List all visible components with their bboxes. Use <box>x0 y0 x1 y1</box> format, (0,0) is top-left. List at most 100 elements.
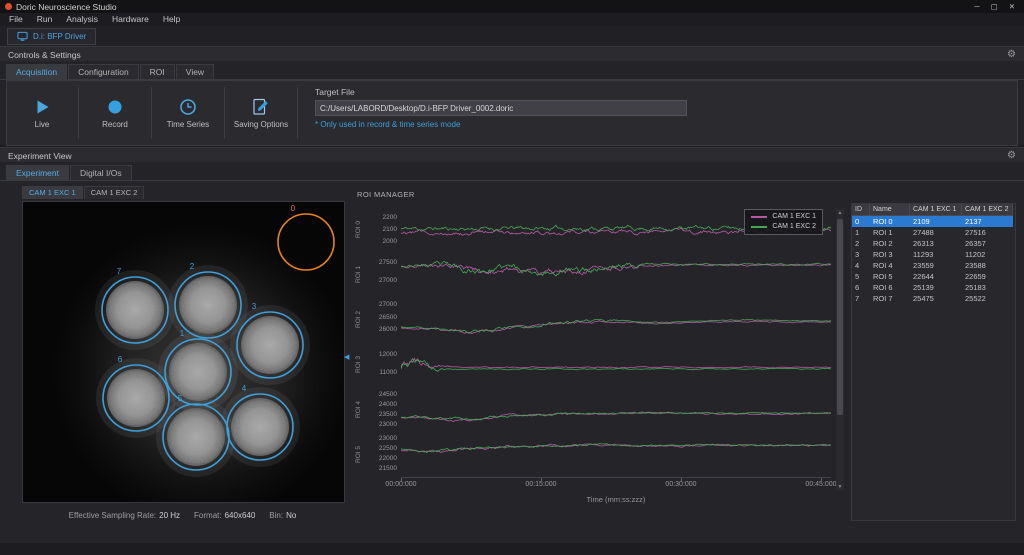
settings-gear-icon[interactable]: ⚙ <box>1007 148 1016 163</box>
device-tab-label: D.i: BFP Driver <box>33 32 86 41</box>
table-cell: 25183 <box>962 282 1013 293</box>
roi-plot-row: ROI 12750027000 <box>352 252 831 297</box>
scroll-down-icon[interactable]: ▼ <box>838 483 843 491</box>
roi-plot <box>401 252 831 297</box>
cam-tab-cam-1-exc-1[interactable]: CAM 1 EXC 1 <box>22 186 83 199</box>
table-row[interactable]: 0ROI 021092137 <box>852 216 1015 227</box>
fiber-bundle-image: 01234567 <box>23 202 344 502</box>
y-tick-label: 27000 <box>379 277 397 285</box>
column-header[interactable]: CAM 1 EXC 2 <box>962 204 1013 216</box>
menu-run[interactable]: Run <box>30 13 60 26</box>
table-cell: 1 <box>852 227 870 238</box>
table-row[interactable]: 5ROI 52264422659 <box>852 271 1015 282</box>
legend-label: CAM 1 EXC 2 <box>772 222 816 232</box>
camera-status-bar: Effective Sampling Rate:20 HzFormat:640x… <box>22 511 343 520</box>
y-tick-label: 24000 <box>379 401 397 409</box>
table-cell: ROI 4 <box>870 260 910 271</box>
table-cell: ROI 5 <box>870 271 910 282</box>
y-tick-label: 11000 <box>379 369 397 377</box>
tab-view[interactable]: View <box>176 64 214 79</box>
plots-scrollbar[interactable]: ▲ ▼ <box>836 209 844 491</box>
roi-number-label: 0 <box>291 204 296 213</box>
y-tick-label: 22000 <box>379 455 397 463</box>
tab-experiment[interactable]: Experiment <box>6 165 69 180</box>
table-row[interactable]: 3ROI 31129311202 <box>852 249 1015 260</box>
roi-plot-canvas <box>401 254 831 294</box>
x-tick-label: 00:30:000 <box>665 481 696 488</box>
live-button[interactable]: Live <box>11 84 73 142</box>
app-icon <box>5 3 12 10</box>
table-row[interactable]: 4ROI 42355923588 <box>852 260 1015 271</box>
roi-plot-name: ROI 1 <box>352 252 365 297</box>
target-file-group: Target File * Only used in record & time… <box>315 84 687 142</box>
table-cell: 7 <box>852 293 870 304</box>
table-cell: 2137 <box>962 216 1013 227</box>
plot-y-axis: 2750027000 <box>365 252 401 297</box>
camera-tabs: CAM 1 EXC 1CAM 1 EXC 2 <box>22 184 145 199</box>
scroll-up-icon[interactable]: ▲ <box>838 209 843 217</box>
column-header[interactable]: CAM 1 EXC 1 <box>910 204 962 216</box>
column-header[interactable]: Name <box>870 204 910 216</box>
table-cell: 4 <box>852 260 870 271</box>
plot-y-axis: 24500240002350023000 <box>365 387 401 432</box>
x-tick-label: 00:00:000 <box>385 481 416 488</box>
time-series-button[interactable]: Time Series <box>157 84 219 142</box>
y-tick-label: 26500 <box>379 314 397 322</box>
camera-image: 01234567 <box>22 201 345 503</box>
experiment-view-header: Experiment View ⚙ <box>0 147 1024 163</box>
status-value: 20 Hz <box>159 511 180 520</box>
tab-digital-i-os[interactable]: Digital I/Os <box>70 165 132 180</box>
table-cell: 3 <box>852 249 870 260</box>
menu-help[interactable]: Help <box>156 13 187 26</box>
record-button[interactable]: Record <box>84 84 146 142</box>
table-cell: 6 <box>852 282 870 293</box>
cam-tab-cam-1-exc-2[interactable]: CAM 1 EXC 2 <box>84 186 145 199</box>
controls-settings-header: Controls & Settings ⚙ <box>0 46 1024 62</box>
roi-manager-title: ROI MANAGER <box>357 190 415 199</box>
maximize-button[interactable]: ▢ <box>991 0 998 13</box>
table-row[interactable]: 1ROI 12748827516 <box>852 227 1015 238</box>
camera-status-item: Effective Sampling Rate:20 Hz <box>69 511 180 520</box>
menu-bar: FileRunAnalysisHardwareHelp <box>0 13 1024 26</box>
live-button-label: Live <box>35 120 50 129</box>
table-cell: 25475 <box>910 293 962 304</box>
record-button-label: Record <box>102 120 128 129</box>
menu-hardware[interactable]: Hardware <box>105 13 156 26</box>
y-tick-label: 23500 <box>379 411 397 419</box>
experiment-view-title: Experiment View <box>8 151 72 161</box>
window-title: Doric Neuroscience Studio <box>16 2 117 12</box>
column-header[interactable]: ID <box>852 204 870 216</box>
y-tick-label: 2100 <box>383 226 397 234</box>
experiment-view-body: ExperimentDigital I/Os CAM 1 EXC 1CAM 1 … <box>0 162 1024 543</box>
device-tab[interactable]: D.i: BFP Driver <box>7 28 96 45</box>
tab-roi[interactable]: ROI <box>140 64 175 79</box>
close-button[interactable]: ✕ <box>1009 0 1015 13</box>
roi-plot-row: ROI 523000225002200021500 <box>352 432 831 477</box>
roi-number-label: 3 <box>252 302 257 311</box>
tab-acquisition[interactable]: Acquisition <box>6 64 67 79</box>
minimize-button[interactable]: ─ <box>974 0 979 13</box>
roi-plot-canvas <box>401 344 831 384</box>
table-cell: 27516 <box>962 227 1013 238</box>
table-cell: 22659 <box>962 271 1013 282</box>
panel-collapse-arrow[interactable]: ◀ <box>344 353 349 361</box>
table-cell: 2 <box>852 238 870 249</box>
table-row[interactable]: 7ROI 72547525522 <box>852 293 1015 304</box>
target-file-input[interactable] <box>315 100 687 116</box>
table-cell: 11202 <box>962 249 1013 260</box>
table-cell: ROI 3 <box>870 249 910 260</box>
menu-file[interactable]: File <box>2 13 30 26</box>
acquisition-toolbar: Live Record Time Series <box>6 80 1018 146</box>
tab-configuration[interactable]: Configuration <box>68 64 139 79</box>
window-controls: ─ ▢ ✕ <box>974 0 1019 13</box>
table-cell: 23588 <box>962 260 1013 271</box>
roi-plot: CAM 1 EXC 1CAM 1 EXC 2 <box>401 207 831 252</box>
settings-gear-icon[interactable]: ⚙ <box>1007 47 1016 62</box>
menu-analysis[interactable]: Analysis <box>59 13 105 26</box>
table-row[interactable]: 2ROI 22631326357 <box>852 238 1015 249</box>
scrollbar-thumb[interactable] <box>837 219 843 415</box>
table-row[interactable]: 6ROI 62513925183 <box>852 282 1015 293</box>
saving-options-button[interactable]: Saving Options <box>230 84 292 142</box>
record-icon <box>105 97 125 117</box>
table-cell: 27488 <box>910 227 962 238</box>
